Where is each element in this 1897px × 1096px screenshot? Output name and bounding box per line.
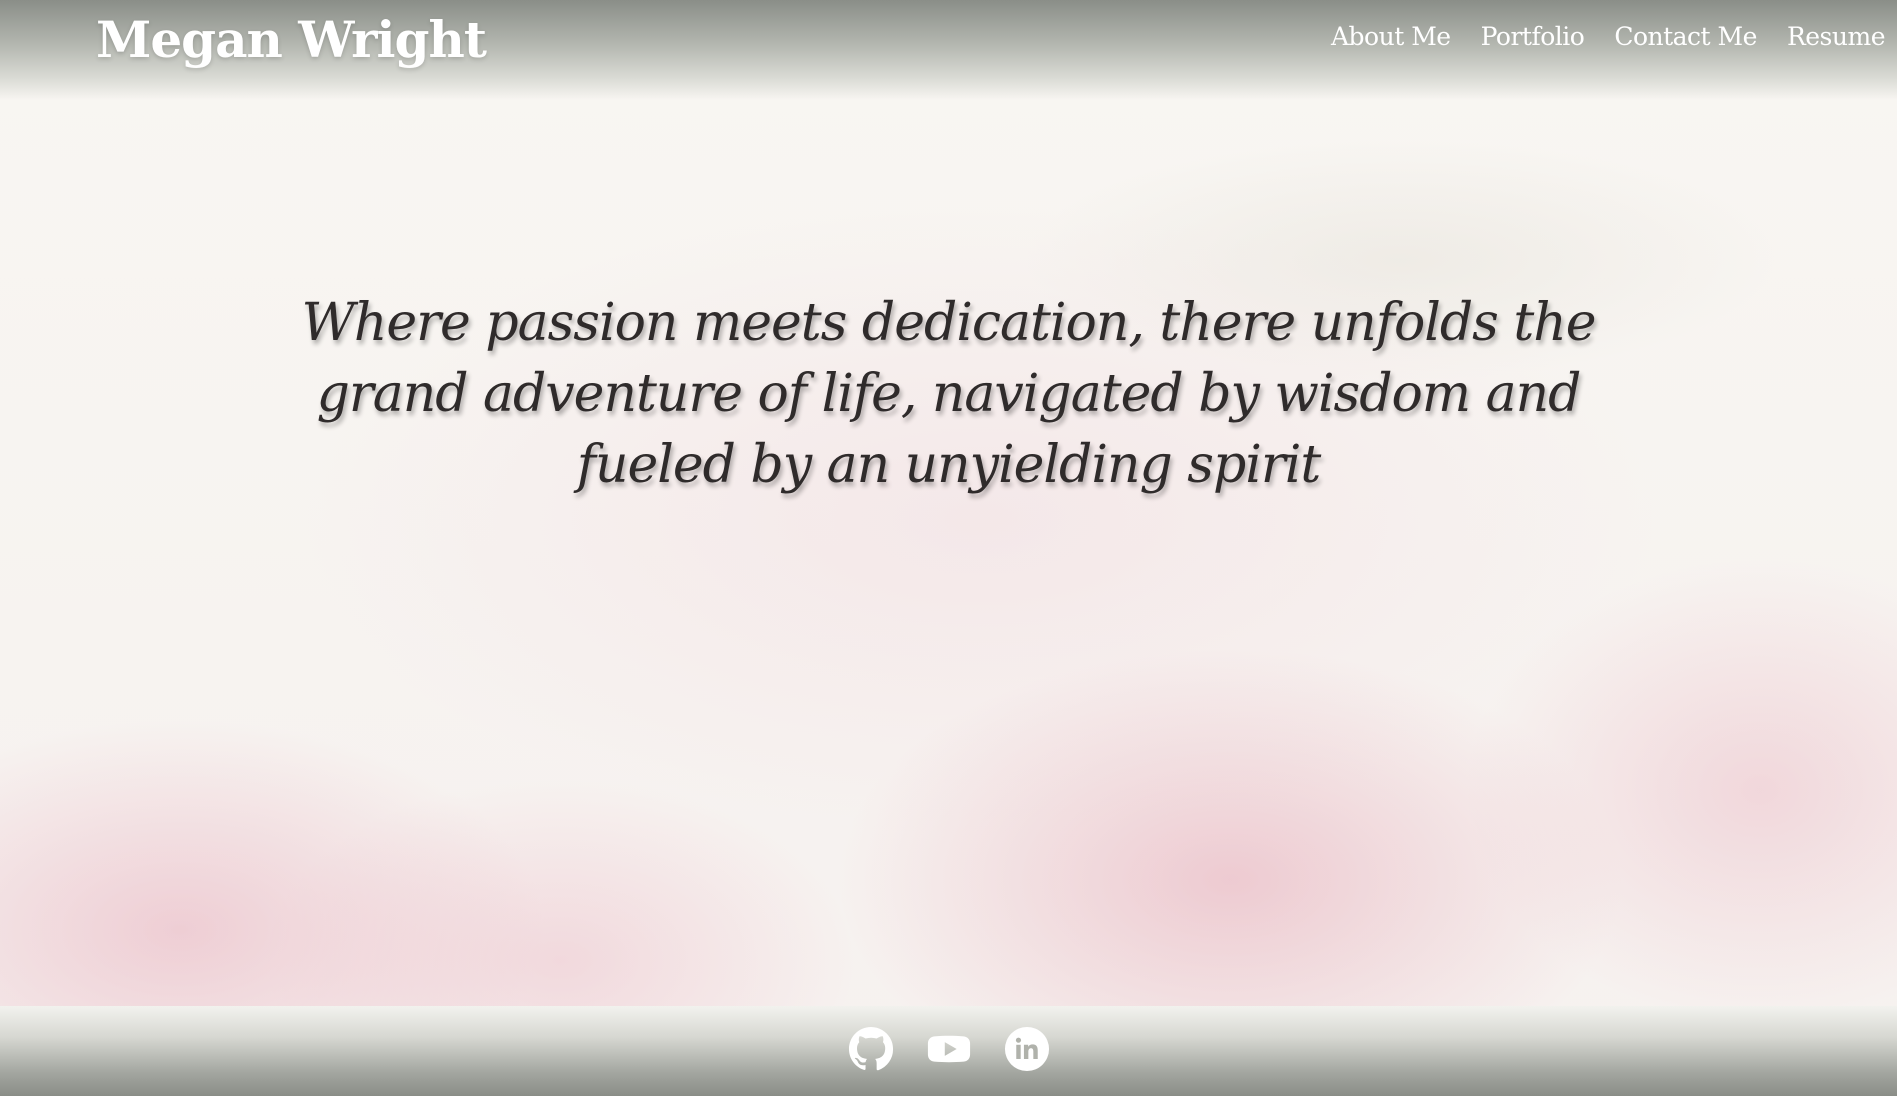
nav-resume[interactable]: Resume <box>1787 22 1886 51</box>
github-icon <box>848 1026 893 1071</box>
linkedin-icon <box>1004 1026 1049 1072</box>
nav-portfolio[interactable]: Portfolio <box>1481 22 1585 51</box>
hero-quote: Where passion meets dedication, there un… <box>301 293 1596 495</box>
social-links <box>0 1026 1897 1072</box>
site-footer <box>0 1006 1897 1096</box>
github-link[interactable] <box>848 1026 894 1072</box>
nav-about-me[interactable]: About Me <box>1331 22 1451 51</box>
youtube-icon <box>927 1035 970 1063</box>
youtube-link[interactable] <box>926 1026 972 1072</box>
site-header: Megan Wright About Me Portfolio Contact … <box>0 0 1897 100</box>
watercolor-background <box>0 0 1897 1096</box>
main-nav: About Me Portfolio Contact Me Resume <box>1331 22 1886 51</box>
nav-contact-me[interactable]: Contact Me <box>1614 22 1757 51</box>
site-brand[interactable]: Megan Wright <box>96 10 487 69</box>
linkedin-link[interactable] <box>1004 1026 1050 1072</box>
